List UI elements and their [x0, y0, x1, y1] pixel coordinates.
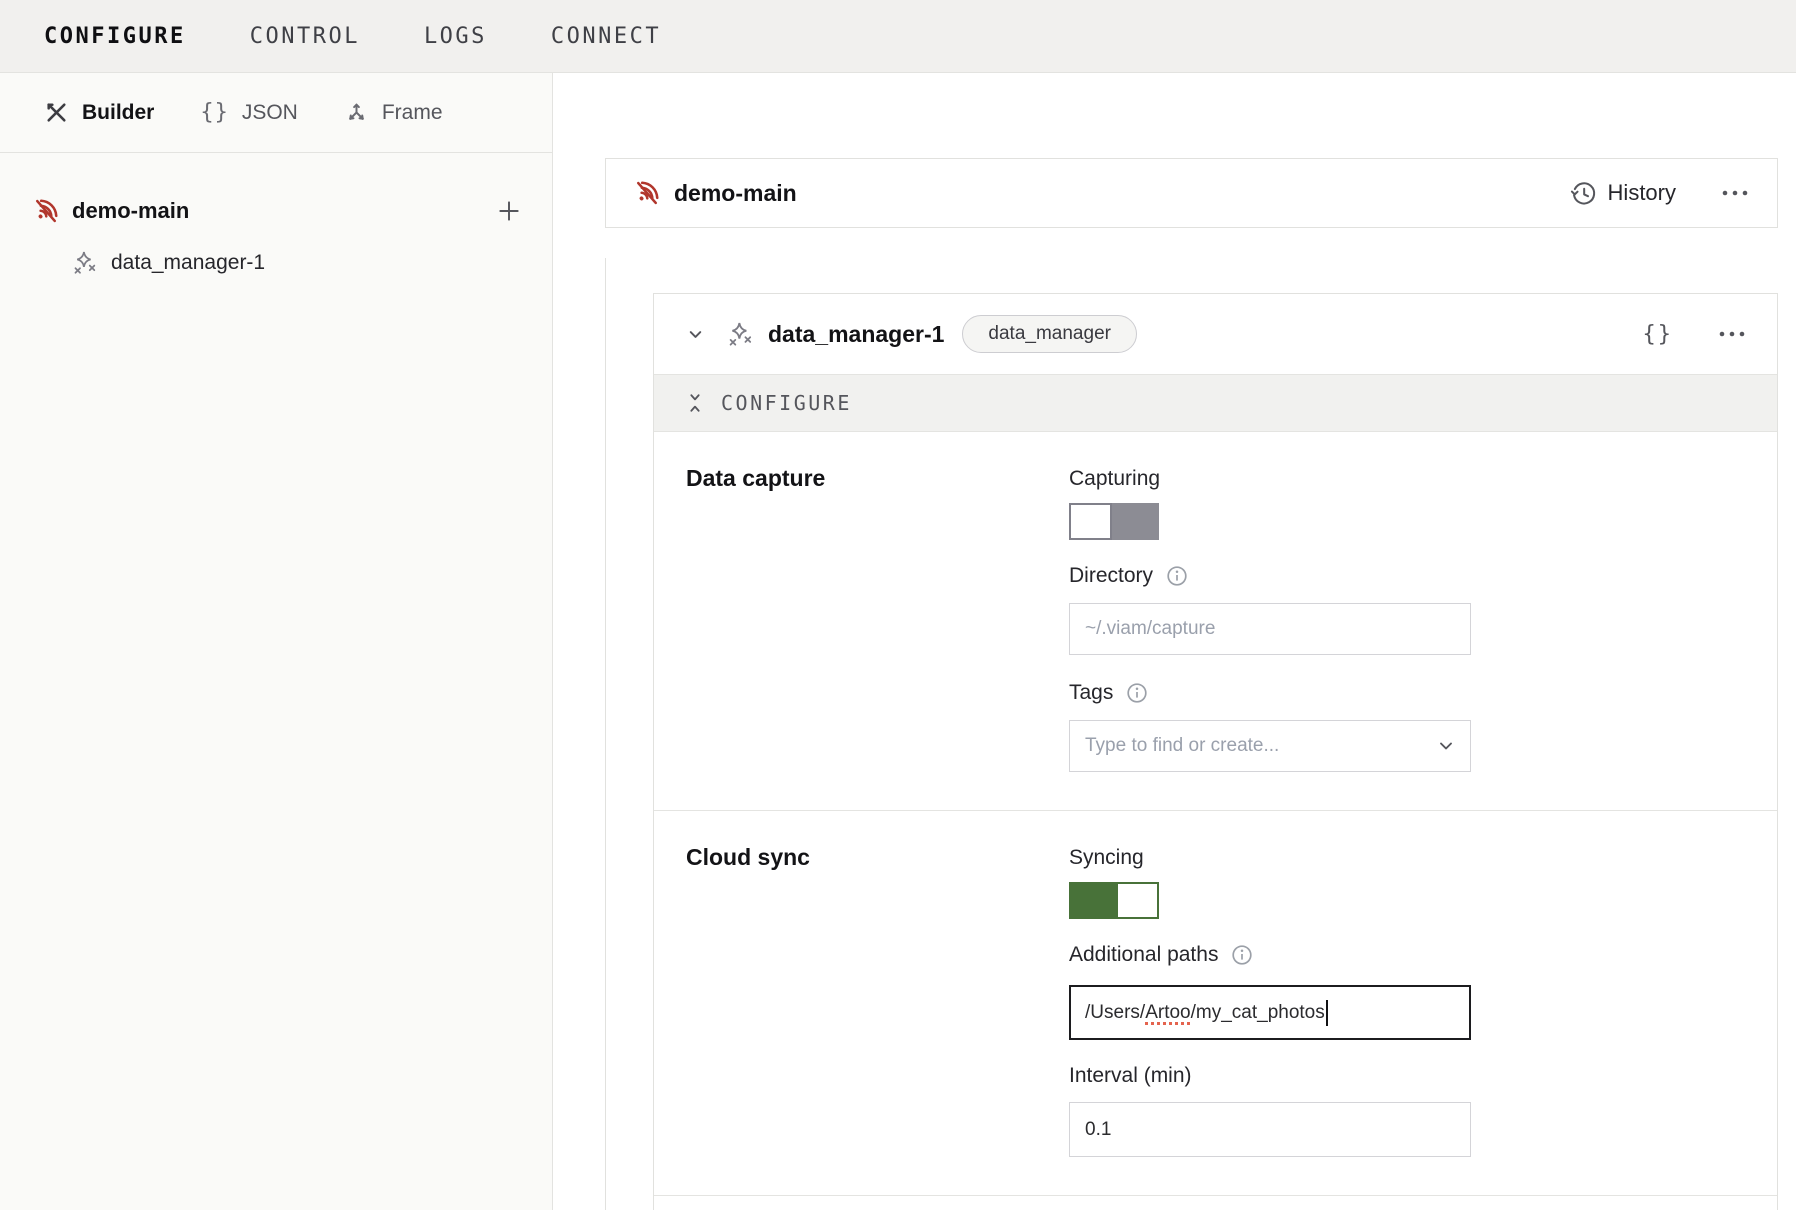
path-text: /my_cat_photos: [1191, 1002, 1325, 1024]
subtab-frame-label: Frame: [382, 101, 443, 125]
configure-section-label: CONFIGURE: [721, 391, 852, 415]
subtab-json[interactable]: {} JSON: [200, 100, 298, 125]
tree-item-machine-part[interactable]: demo-main: [0, 187, 552, 235]
path-misspelled-text: Artoo: [1145, 1002, 1190, 1024]
capturing-toggle[interactable]: [1069, 503, 1159, 540]
frame-axes-icon: [344, 100, 369, 125]
builder-tools-icon: [44, 100, 69, 125]
subtab-builder[interactable]: Builder: [44, 100, 154, 125]
top-nav: CONFIGURE CONTROL LOGS CONNECT: [0, 0, 1796, 73]
json-braces-icon: {}: [200, 100, 229, 125]
offline-signal-icon: [32, 197, 60, 225]
interval-input[interactable]: [1069, 1102, 1471, 1157]
tab-connect[interactable]: CONNECT: [551, 24, 661, 49]
history-button-label: History: [1608, 180, 1676, 206]
component-card-title: data_manager-1: [768, 321, 944, 348]
part-indent-guide: [605, 258, 606, 1210]
text-cursor: [1326, 1000, 1328, 1026]
additional-paths-label: Additional paths: [1069, 941, 1218, 968]
component-card-header: data_manager-1 data_manager {}: [654, 294, 1777, 374]
tab-configure[interactable]: CONFIGURE: [44, 24, 186, 49]
config-sidebar: Builder {} JSON Frame: [0, 73, 553, 1210]
subtab-builder-label: Builder: [82, 101, 154, 125]
toggle-knob: [1069, 503, 1112, 540]
collapse-chevron-icon[interactable]: [684, 323, 707, 346]
capturing-label: Capturing: [1069, 465, 1471, 492]
machine-part-name: demo-main: [72, 198, 189, 224]
additional-paths-info-icon[interactable]: [1230, 943, 1254, 967]
path-text: /Users/: [1085, 1002, 1145, 1024]
additional-paths-input[interactable]: /Users/Artoo/my_cat_photos: [1069, 985, 1471, 1040]
part-card-title: demo-main: [674, 180, 797, 207]
tags-info-icon[interactable]: [1125, 681, 1149, 705]
config-main-area: demo-main History: [554, 73, 1796, 1210]
component-tree-label: data_manager-1: [111, 251, 265, 275]
directory-info-icon[interactable]: [1165, 564, 1189, 588]
directory-input[interactable]: [1069, 603, 1471, 655]
config-mode-tabs: Builder {} JSON Frame: [0, 73, 552, 153]
syncing-label: Syncing: [1069, 844, 1471, 871]
tab-logs[interactable]: LOGS: [424, 24, 487, 49]
component-type-badge: data_manager: [962, 315, 1137, 353]
tree-item-data-manager[interactable]: data_manager-1: [0, 239, 552, 287]
cloud-sync-heading: Cloud sync: [686, 844, 1069, 1157]
interval-label: Interval (min): [1069, 1062, 1471, 1089]
data-manager-card: data_manager-1 data_manager {} CONFIGURE…: [653, 293, 1778, 1210]
tags-combobox[interactable]: [1069, 720, 1471, 772]
history-clock-icon: [1570, 180, 1597, 207]
sparkle-service-icon: [727, 321, 754, 348]
offline-signal-icon: [633, 179, 661, 207]
data-capture-section: Data capture Capturing Directory Ta: [654, 432, 1777, 811]
directory-label: Directory: [1069, 562, 1153, 589]
component-menu-button[interactable]: [1717, 329, 1747, 339]
component-json-button[interactable]: {}: [1643, 322, 1674, 347]
data-capture-heading: Data capture: [686, 465, 1069, 772]
add-component-button[interactable]: [494, 196, 524, 226]
history-button[interactable]: History: [1570, 180, 1676, 207]
machine-part-tree: demo-main data_manager-1: [0, 153, 552, 287]
syncing-toggle[interactable]: [1069, 882, 1159, 919]
toggle-knob: [1116, 882, 1159, 919]
collapse-vertical-icon: [684, 392, 706, 414]
cloud-sync-section: Cloud sync Syncing Additional paths /Use…: [654, 811, 1777, 1196]
configure-section-bar[interactable]: CONFIGURE: [654, 374, 1777, 432]
tab-control[interactable]: CONTROL: [250, 24, 360, 49]
tags-label: Tags: [1069, 679, 1113, 706]
part-menu-button[interactable]: [1720, 188, 1750, 198]
subtab-json-label: JSON: [242, 101, 298, 125]
sparkle-service-icon: [72, 250, 98, 276]
subtab-frame[interactable]: Frame: [344, 100, 443, 125]
machine-part-card: demo-main History: [605, 158, 1778, 228]
